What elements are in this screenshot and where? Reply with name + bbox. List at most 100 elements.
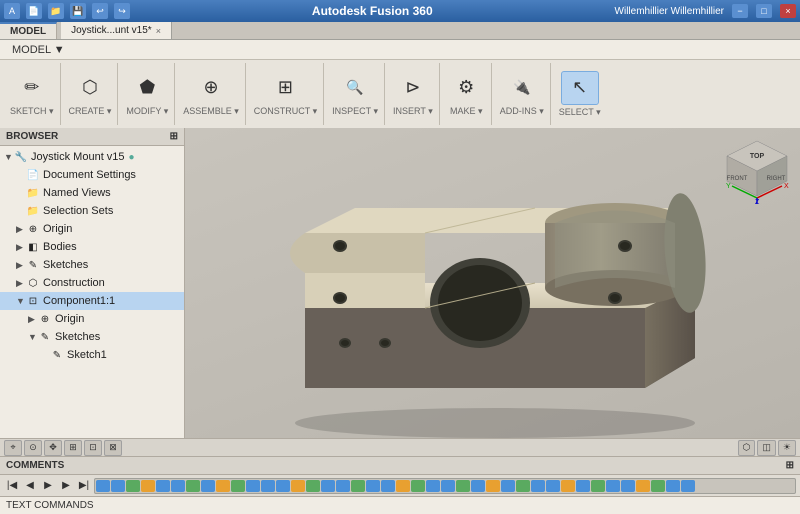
nav-home-btn[interactable]: ⌖ (4, 440, 22, 456)
timeline-item-10[interactable] (246, 480, 260, 492)
nav-cube[interactable]: TOP FRONT RIGHT X Y Z (722, 136, 792, 206)
new-icon[interactable]: 📄 (26, 3, 42, 19)
timeline-item-6[interactable] (186, 480, 200, 492)
timeline-item-27[interactable] (501, 480, 515, 492)
file-tab-0[interactable]: Joystick...unt v15* × (61, 22, 172, 39)
nav-perspective-btn[interactable]: ⬡ (738, 440, 756, 456)
timeline-step-fwd[interactable]: ▶ (58, 478, 74, 494)
tree-node-icon: ✎ (26, 258, 40, 272)
timeline-item-4[interactable] (156, 480, 170, 492)
timeline-back-start[interactable]: |◀ (4, 478, 20, 494)
timeline-item-20[interactable] (396, 480, 410, 492)
create-button[interactable]: ⬡ (72, 72, 108, 104)
svg-text:Z: Z (755, 199, 760, 206)
save-icon[interactable]: 💾 (70, 3, 86, 19)
nav-orbit-btn[interactable]: ⊙ (24, 440, 42, 456)
timeline-item-35[interactable] (621, 480, 635, 492)
timeline-item-37[interactable] (651, 480, 665, 492)
nav-visual-btn[interactable]: ◫ (757, 440, 776, 456)
redo-icon[interactable]: ↪ (114, 3, 130, 19)
timeline-item-12[interactable] (276, 480, 290, 492)
timeline-item-23[interactable] (441, 480, 455, 492)
nav-zoom-btn[interactable]: ⊞ (64, 440, 82, 456)
undo-icon[interactable]: ↩ (92, 3, 108, 19)
addins-button[interactable]: 🔌 (504, 72, 540, 104)
sketch-button[interactable]: ✏ (14, 72, 50, 104)
timeline-item-22[interactable] (426, 480, 440, 492)
timeline-item-24[interactable] (456, 480, 470, 492)
make-button[interactable]: ⚙ (448, 72, 484, 104)
tree-item-1[interactable]: 📄 Document Settings (0, 166, 184, 184)
timeline-item-32[interactable] (576, 480, 590, 492)
text-commands-label: TEXT COMMANDS (6, 500, 94, 511)
timeline-item-19[interactable] (381, 480, 395, 492)
tree-item-11[interactable]: ✎ Sketch1 (0, 346, 184, 364)
timeline-item-21[interactable] (411, 480, 425, 492)
insert-button[interactable]: ⊳ (395, 72, 431, 104)
timeline-item-16[interactable] (336, 480, 350, 492)
tree-item-7[interactable]: ▶ ⬡ Construction (0, 274, 184, 292)
timeline-item-34[interactable] (606, 480, 620, 492)
select-button[interactable]: ↖ (561, 71, 599, 105)
timeline-item-0[interactable] (96, 480, 110, 492)
timeline-play[interactable]: ▶ (40, 478, 56, 494)
timeline-item-1[interactable] (111, 480, 125, 492)
tree-item-2[interactable]: 📁 Named Views (0, 184, 184, 202)
timeline-item-15[interactable] (321, 480, 335, 492)
nav-environment-btn[interactable]: ☀ (778, 440, 796, 456)
timeline-item-9[interactable] (231, 480, 245, 492)
timeline-item-39[interactable] (681, 480, 695, 492)
timeline-item-17[interactable] (351, 480, 365, 492)
workspace-tab-model[interactable]: MODEL (0, 22, 57, 39)
tree-item-8[interactable]: ▼ ⊡ Component1:1 (0, 292, 184, 310)
timeline-item-14[interactable] (306, 480, 320, 492)
file-tab-close[interactable]: × (156, 26, 161, 36)
tree-item-6[interactable]: ▶ ✎ Sketches (0, 256, 184, 274)
construct-button[interactable]: ⊞ (267, 72, 303, 104)
inspect-button[interactable]: 🔍 (337, 72, 373, 104)
nav-pan-btn[interactable]: ✥ (44, 440, 62, 456)
comments-expand[interactable]: ⊞ (786, 460, 794, 471)
timeline-item-29[interactable] (531, 480, 545, 492)
timeline-item-30[interactable] (546, 480, 560, 492)
tree-item-5[interactable]: ▶ ◧ Bodies (0, 238, 184, 256)
timeline-item-36[interactable] (636, 480, 650, 492)
tree-item-3[interactable]: 📁 Selection Sets (0, 202, 184, 220)
tree-item-10[interactable]: ▼ ✎ Sketches (0, 328, 184, 346)
nav-zoomsel-btn[interactable]: ⊠ (104, 440, 122, 456)
viewport[interactable]: TOP FRONT RIGHT X Y Z (185, 128, 800, 438)
browser-content: ▼ 🔧 Joystick Mount v15 ● 📄 Document Sett… (0, 146, 184, 438)
timeline-item-18[interactable] (366, 480, 380, 492)
timeline-item-13[interactable] (291, 480, 305, 492)
minimize-button[interactable]: − (732, 4, 748, 18)
browser-expand-icon[interactable]: ⊞ (170, 131, 178, 142)
timeline-item-26[interactable] (486, 480, 500, 492)
timeline-item-28[interactable] (516, 480, 530, 492)
timeline-track[interactable] (94, 478, 796, 494)
timeline-item-3[interactable] (141, 480, 155, 492)
open-icon[interactable]: 📁 (48, 3, 64, 19)
tree-item-9[interactable]: ▶ ⊕ Origin (0, 310, 184, 328)
timeline-item-38[interactable] (666, 480, 680, 492)
assemble-button[interactable]: ⊕ (193, 72, 229, 104)
timeline-item-33[interactable] (591, 480, 605, 492)
timeline-item-11[interactable] (261, 480, 275, 492)
tree-item-0[interactable]: ▼ 🔧 Joystick Mount v15 ● (0, 148, 184, 166)
tree-item-4[interactable]: ▶ ⊕ Origin (0, 220, 184, 238)
menu-model[interactable]: MODEL ▼ (4, 42, 73, 58)
timeline-item-5[interactable] (171, 480, 185, 492)
timeline-item-7[interactable] (201, 480, 215, 492)
tree-node-icon: 📁 (26, 186, 40, 200)
maximize-button[interactable]: □ (756, 4, 772, 18)
timeline-item-2[interactable] (126, 480, 140, 492)
svg-text:FRONT: FRONT (727, 176, 748, 182)
timeline-step-back[interactable]: ◀ (22, 478, 38, 494)
nav-zoomfit-btn[interactable]: ⊡ (84, 440, 102, 456)
timeline-fwd-end[interactable]: ▶| (76, 478, 92, 494)
close-button[interactable]: × (780, 4, 796, 18)
timeline-item-25[interactable] (471, 480, 485, 492)
browser-title: BROWSER (6, 131, 58, 142)
timeline-item-8[interactable] (216, 480, 230, 492)
modify-button[interactable]: ⬟ (129, 72, 165, 104)
timeline-item-31[interactable] (561, 480, 575, 492)
